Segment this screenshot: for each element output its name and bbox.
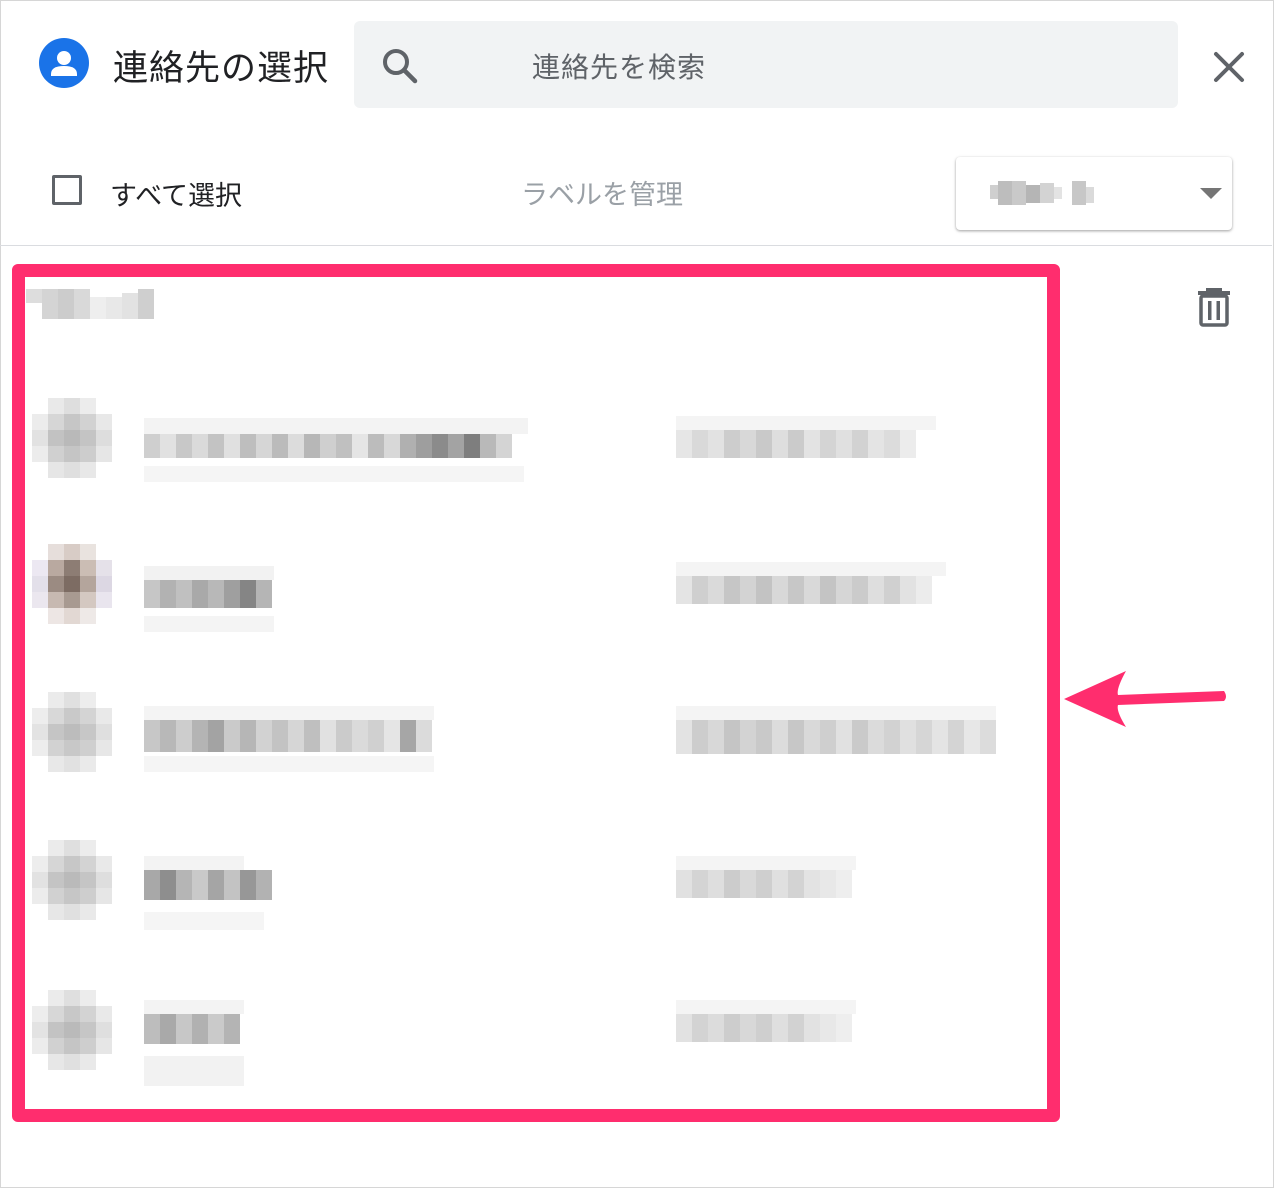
select-all-checkbox[interactable]: [52, 175, 82, 205]
caret-down-icon: [1200, 188, 1222, 199]
dropdown-value-redacted: [990, 177, 1096, 209]
search-input[interactable]: 連絡先を検索: [532, 46, 706, 86]
trash-icon[interactable]: [1194, 286, 1234, 328]
search-icon[interactable]: [380, 46, 420, 86]
label-dropdown[interactable]: [956, 157, 1232, 230]
divider: [0, 245, 1272, 246]
dialog-title: 連絡先の選択: [113, 49, 330, 89]
manage-labels-button[interactable]: ラベルを管理: [521, 173, 683, 212]
contacts-person-icon: [39, 38, 89, 88]
arrow-left-icon: [1064, 671, 1226, 727]
close-icon[interactable]: [1208, 46, 1250, 88]
search-box[interactable]: [354, 21, 1178, 108]
highlight-box: [12, 264, 1060, 1122]
select-all-label[interactable]: すべて選択: [110, 174, 242, 213]
